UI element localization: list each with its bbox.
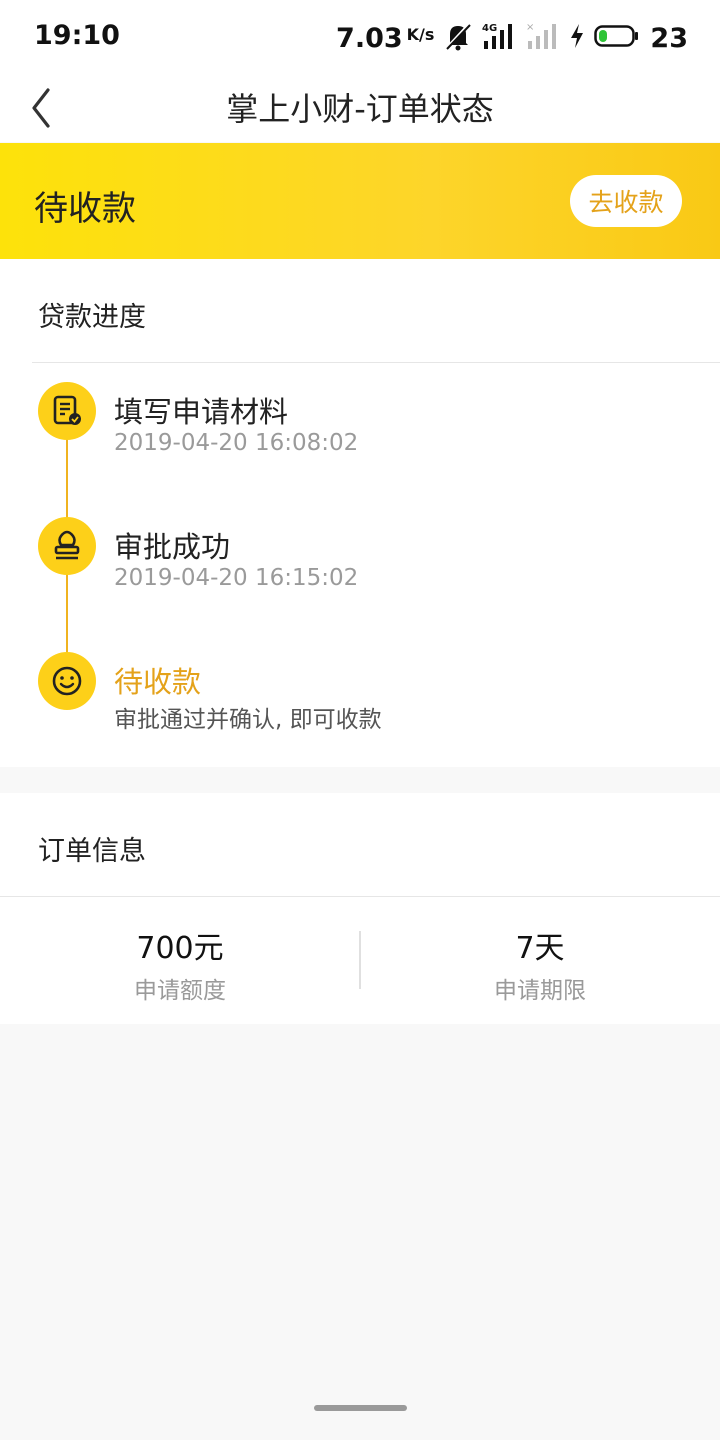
divider — [32, 362, 720, 363]
step-2-time: 2019-04-20 16:15:02 — [114, 565, 359, 591]
battery-icon — [594, 23, 640, 53]
order-section-title: 订单信息 — [38, 836, 146, 867]
battery-level: 23 — [650, 22, 688, 54]
loan-amount-stat: 700元 申请额度 — [0, 923, 360, 1005]
app-header: 掌上小财-订单状态 — [0, 76, 720, 142]
smiley-icon — [52, 666, 82, 696]
status-icons: 7.03 K/s 4G × 23 — [336, 18, 688, 58]
collect-payment-button[interactable]: 去收款 — [570, 175, 682, 227]
order-info-card: 订单信息 700元 申请额度 7天 申请期限 — [0, 793, 720, 1024]
document-check-icon — [53, 395, 81, 425]
step-3-description: 审批通过并确认, 即可收款 — [114, 707, 382, 733]
step-1-title: 填写申请材料 — [114, 395, 289, 429]
divider — [0, 896, 720, 897]
step-3-icon-badge — [38, 652, 96, 710]
signal-no-service-icon: × — [526, 21, 560, 55]
status-bar: 19:10 7.03 K/s 4G × 23 — [0, 0, 720, 76]
loan-term-label: 申请期限 — [494, 978, 586, 1004]
step-1-icon-badge — [38, 382, 96, 440]
svg-text:×: × — [526, 22, 534, 33]
step-3-title: 待收款 — [114, 665, 202, 699]
stamp-icon — [54, 530, 80, 560]
loan-term-value: 7天 — [515, 931, 565, 966]
bell-muted-icon — [444, 21, 472, 55]
page-title: 掌上小财-订单状态 — [226, 90, 494, 128]
step-2-icon-badge — [38, 517, 96, 575]
order-status-banner: 待收款 去收款 — [0, 143, 720, 259]
step-1-time: 2019-04-20 16:08:02 — [114, 430, 359, 456]
signal-4g-icon: 4G — [482, 21, 516, 55]
charging-icon — [570, 23, 584, 53]
loan-amount-value: 700元 — [136, 931, 224, 966]
network-speed: 7.03 — [336, 22, 403, 54]
progress-section-title: 贷款进度 — [38, 302, 146, 333]
loan-amount-label: 申请额度 — [134, 978, 226, 1004]
home-indicator[interactable] — [314, 1405, 407, 1411]
status-time: 19:10 — [34, 20, 120, 51]
svg-text:4G: 4G — [482, 23, 497, 34]
loan-term-stat: 7天 申请期限 — [360, 923, 720, 1005]
step-2-title: 审批成功 — [114, 530, 231, 564]
network-speed-unit: K/s — [406, 24, 435, 44]
order-status-text: 待收款 — [34, 189, 136, 229]
loan-progress-card: 贷款进度 填写申请材料 2019-04-20 16:08:02 审批成功 201… — [0, 259, 720, 767]
